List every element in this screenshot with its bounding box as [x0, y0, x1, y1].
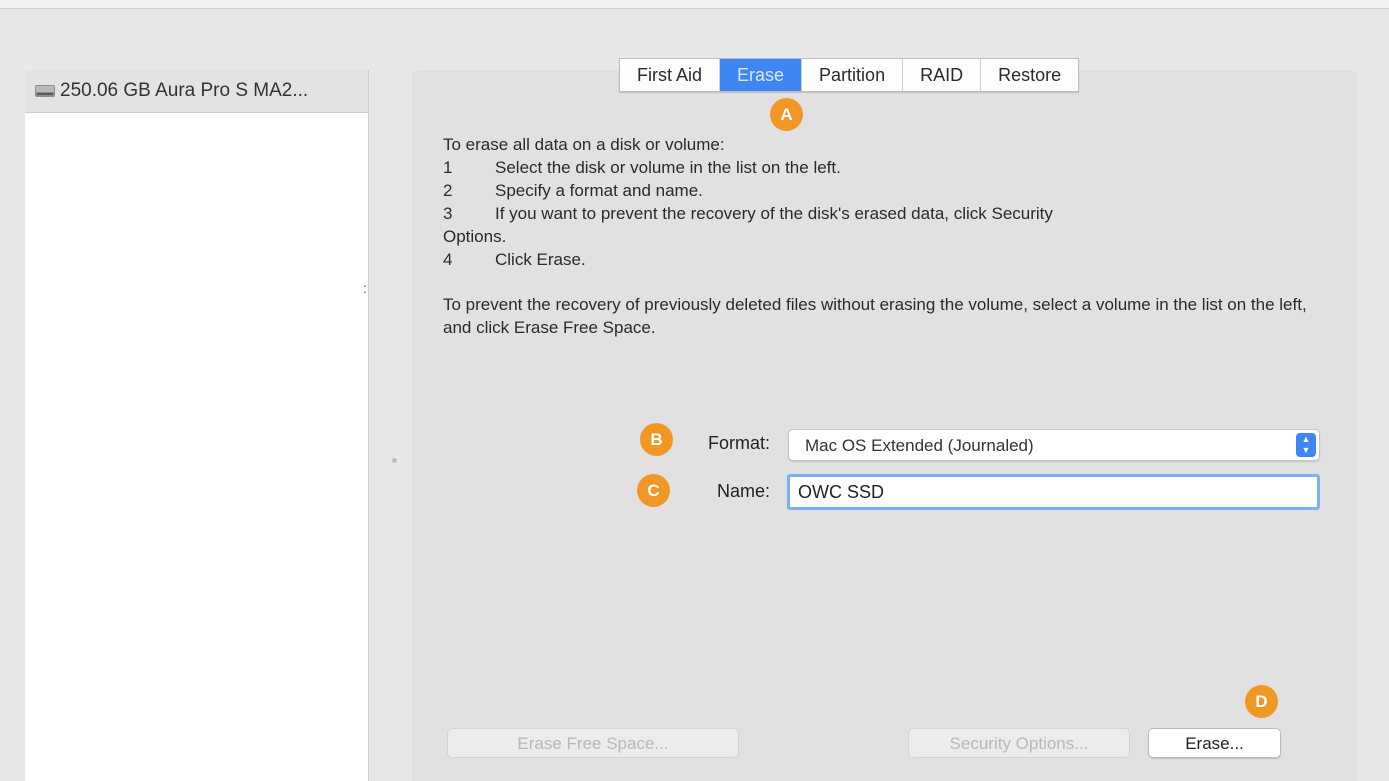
step-number: 1: [443, 158, 453, 177]
instruction-step-continued: Options.: [443, 225, 1323, 248]
instruction-step: 1 Select the disk or volume in the list …: [443, 156, 1323, 179]
name-input[interactable]: [787, 474, 1320, 510]
splitter-grip[interactable]: [392, 458, 397, 463]
step-text: Options.: [443, 227, 507, 246]
window-top-edge: [0, 0, 1389, 9]
callout-badge-b: B: [640, 423, 673, 456]
step-text: Select the disk or volume in the list on…: [495, 158, 841, 177]
splitter-handle[interactable]: :: [363, 280, 367, 296]
name-label: Name:: [716, 481, 770, 501]
tab-partition[interactable]: Partition: [802, 59, 904, 91]
callout-badge-a: A: [770, 98, 803, 131]
disk-label: 250.06 GB Aura Pro S MA2...: [60, 80, 309, 101]
callout-badge-d: D: [1245, 685, 1278, 718]
step-number: 2: [443, 181, 453, 200]
instructions-intro: To erase all data on a disk or volume:: [443, 135, 725, 154]
format-label: Format:: [707, 433, 770, 453]
erase-free-space-instructions: To prevent the recovery of previously de…: [443, 295, 1307, 337]
instruction-step: 4 Click Erase.: [443, 248, 1323, 271]
tab-erase[interactable]: Erase: [720, 59, 803, 91]
format-selected-value: Mac OS Extended (Journaled): [805, 436, 1034, 455]
erase-instructions: To erase all data on a disk or volume: 1…: [443, 133, 1323, 339]
sidebar: 250.06 GB Aura Pro S MA2...: [25, 70, 369, 781]
erase-free-space-button[interactable]: Erase Free Space...: [447, 728, 739, 758]
tab-raid[interactable]: RAID: [903, 59, 982, 91]
step-text: Click Erase.: [495, 250, 586, 269]
sidebar-item-disk[interactable]: 250.06 GB Aura Pro S MA2...: [25, 70, 368, 113]
format-select[interactable]: Mac OS Extended (Journaled) ▲ ▼: [788, 429, 1320, 461]
erase-button[interactable]: Erase...: [1148, 728, 1281, 758]
step-number: 4: [443, 250, 453, 269]
updown-chevron-icon: ▲ ▼: [1296, 433, 1316, 457]
step-text: Specify a format and name.: [495, 181, 703, 200]
instruction-step: 2 Specify a format and name.: [443, 179, 1323, 202]
instruction-step: 3 If you want to prevent the recovery of…: [443, 202, 1323, 225]
step-number: 3: [443, 204, 453, 223]
tab-first-aid[interactable]: First Aid: [620, 59, 721, 91]
internal-drive-icon: [35, 85, 55, 97]
tab-restore[interactable]: Restore: [981, 59, 1078, 91]
security-options-button[interactable]: Security Options...: [908, 728, 1130, 758]
callout-badge-c: C: [637, 474, 670, 507]
tab-bar: First Aid Erase Partition RAID Restore: [619, 58, 1080, 92]
step-text: If you want to prevent the recovery of t…: [495, 204, 1053, 223]
